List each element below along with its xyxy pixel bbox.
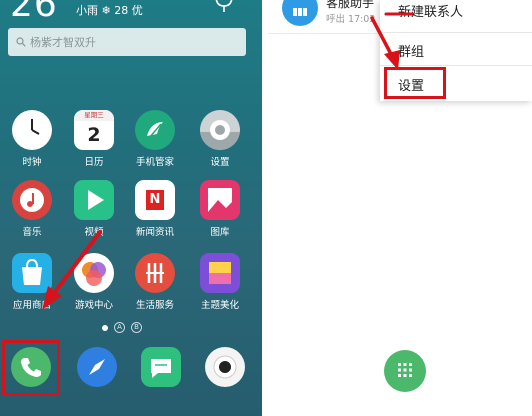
message-icon	[141, 347, 181, 387]
app-label: 新闻资讯	[135, 227, 174, 238]
calendar-day: 2	[87, 124, 101, 146]
theme-icon	[200, 253, 240, 293]
app-store[interactable]: 应用商店	[4, 253, 60, 311]
page-dot[interactable]	[102, 324, 108, 331]
app-label: 应用商店	[12, 300, 51, 311]
dock-message-button[interactable]	[140, 346, 182, 388]
gallery-icon	[200, 180, 240, 220]
app-label: 视频	[84, 227, 104, 238]
news-icon: N	[135, 180, 175, 220]
contact-call-info: 呼出 17:02	[326, 14, 376, 25]
dialpad-button[interactable]	[384, 350, 426, 392]
page-dot-b[interactable]: B	[131, 322, 142, 333]
weather-status: 小雨 ❄ 28 优	[76, 4, 143, 17]
clock-icon	[12, 110, 52, 150]
life-service-icon	[135, 253, 175, 293]
app-label: 设置	[210, 157, 230, 168]
search-placeholder: 杨紫才智双升	[30, 36, 96, 49]
weather-widget-icon	[215, 0, 233, 12]
contact-name: 客服助手	[326, 0, 375, 10]
dialpad-icon	[398, 363, 412, 377]
camera-icon	[205, 347, 245, 387]
app-label: 生活服务	[135, 300, 174, 311]
game-center-icon	[74, 253, 114, 293]
menu-item-label: 群组	[398, 45, 425, 60]
app-label: 游戏中心	[74, 300, 113, 311]
music-icon	[12, 180, 52, 220]
contacts-screen: 客服助手 呼出 17:02 新建联系人 群组 设置	[268, 0, 532, 416]
app-video[interactable]: 视频	[66, 180, 122, 238]
app-label: 日历	[84, 157, 104, 168]
search-bar[interactable]: 杨紫才智双升	[8, 28, 246, 56]
settings-highlight-box	[384, 67, 446, 99]
browser-compass-icon	[77, 347, 117, 387]
menu-item-new-contact[interactable]: 新建联系人	[380, 0, 532, 33]
home-clock-time: 26	[10, 0, 58, 25]
app-music[interactable]: 音乐	[4, 180, 60, 238]
app-label: 主题美化	[200, 300, 239, 311]
news-glyph: N	[146, 190, 164, 210]
app-label: 音乐	[22, 227, 42, 238]
app-phone-manager[interactable]: 手机管家	[127, 110, 183, 168]
app-gallery[interactable]: 图库	[192, 180, 248, 238]
page-indicator[interactable]: A B	[102, 322, 142, 333]
app-news[interactable]: N 新闻资讯	[127, 180, 183, 238]
settings-gear-icon	[200, 110, 240, 150]
app-settings[interactable]: 设置	[192, 110, 248, 168]
avatar	[282, 0, 318, 26]
video-play-icon	[74, 180, 114, 220]
calendar-weekday: 星期三	[74, 110, 114, 121]
calendar-icon: 星期三 2	[74, 110, 114, 150]
app-label: 时钟	[22, 157, 42, 168]
app-calendar[interactable]: 星期三 2 日历	[66, 110, 122, 168]
app-game-center[interactable]: 游戏中心	[66, 253, 122, 311]
app-label: 图库	[210, 227, 230, 238]
app-theme[interactable]: 主题美化	[192, 253, 248, 311]
phone-manager-icon	[135, 110, 175, 150]
page-dot-a[interactable]: A	[114, 322, 125, 333]
dock-browser-button[interactable]	[76, 346, 118, 388]
home-screen: 26 小雨 ❄ 28 优 杨紫才智双升 时钟 星期三 2 日历 手机管家 设置 …	[0, 0, 262, 416]
app-label: 手机管家	[135, 157, 174, 168]
menu-item-label: 新建联系人	[398, 5, 464, 20]
search-icon	[16, 37, 26, 47]
service-avatar-icon	[293, 8, 307, 16]
menu-item-groups[interactable]: 群组	[380, 33, 532, 66]
phone-highlight-box	[2, 340, 60, 396]
app-life-service[interactable]: 生活服务	[127, 253, 183, 311]
app-store-bag-icon	[12, 253, 52, 293]
app-clock[interactable]: 时钟	[4, 110, 60, 168]
dock-camera-button[interactable]	[204, 346, 246, 388]
